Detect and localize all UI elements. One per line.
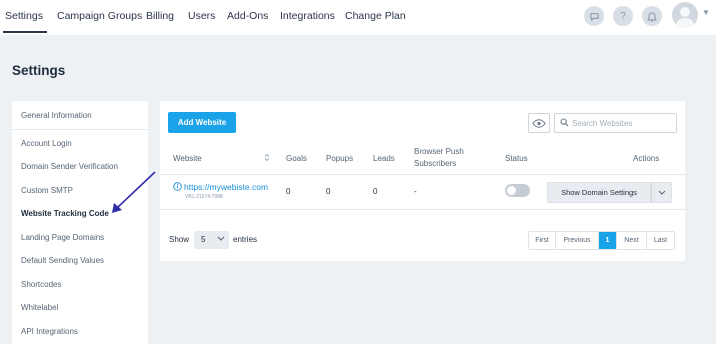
websites-card: Add Website Website Goals Popups Leads B… xyxy=(160,101,685,261)
add-website-button[interactable]: Add Website xyxy=(168,112,236,133)
popups-value: 0 xyxy=(326,187,331,196)
nav-add-ons[interactable]: Add-Ons xyxy=(227,10,268,22)
top-navigation: Settings Campaign Groups Billing Users A… xyxy=(0,0,716,35)
table-row-divider xyxy=(160,209,685,210)
column-header-popups[interactable]: Popups xyxy=(326,154,353,163)
help-icon[interactable]: ? xyxy=(613,6,633,26)
column-header-browser-push-subscribers[interactable]: Browser Push Subscribers xyxy=(414,146,484,170)
page-length-select[interactable]: 5 xyxy=(194,231,229,249)
sidebar-item-api-integrations[interactable]: API Integrations xyxy=(21,327,78,336)
sort-icon[interactable] xyxy=(264,153,270,162)
column-header-status[interactable]: Status xyxy=(505,154,528,163)
actions-dropdown-toggle[interactable] xyxy=(651,182,672,203)
search-websites-input[interactable] xyxy=(572,116,672,130)
info-icon[interactable] xyxy=(173,182,182,191)
nav-billing[interactable]: Billing xyxy=(146,10,174,22)
sidebar-item-domain-sender-verification[interactable]: Domain Sender Verification xyxy=(21,162,118,171)
pagination-last[interactable]: Last xyxy=(647,232,674,249)
goals-value: 0 xyxy=(286,187,291,196)
nav-settings[interactable]: Settings xyxy=(5,10,43,22)
show-label: Show xyxy=(169,235,190,244)
pagination-page-1[interactable]: 1 xyxy=(599,232,617,249)
page-length-value: 5 xyxy=(201,235,206,244)
chat-icon[interactable] xyxy=(584,6,604,26)
nav-campaign-groups[interactable]: Campaign Groups xyxy=(57,10,142,22)
settings-sidebar: General Information Account Login Domain… xyxy=(12,101,148,344)
status-toggle[interactable] xyxy=(505,184,530,197)
chevron-down-icon xyxy=(658,190,665,195)
column-header-goals[interactable]: Goals xyxy=(286,154,307,163)
push-subscribers-value: - xyxy=(414,187,417,196)
search-websites-field xyxy=(554,113,677,133)
pagination-next[interactable]: Next xyxy=(617,232,647,249)
sidebar-divider xyxy=(12,129,148,130)
website-link[interactable]: https://mywebiste.com xyxy=(184,182,268,192)
toggle-knob xyxy=(507,186,516,195)
sidebar-item-account-login[interactable]: Account Login xyxy=(21,139,72,148)
entries-label: entries xyxy=(233,235,258,244)
show-domain-settings-button[interactable]: Show Domain Settings xyxy=(547,182,651,203)
pagination-previous[interactable]: Previous xyxy=(556,232,599,249)
pagination-first[interactable]: First xyxy=(529,232,556,249)
nav-integrations[interactable]: Integrations xyxy=(280,10,335,22)
nav-users[interactable]: Users xyxy=(188,10,215,22)
sidebar-item-website-tracking-code[interactable]: Website Tracking Code xyxy=(21,209,109,218)
search-icon xyxy=(560,118,569,127)
sidebar-item-landing-page-domains[interactable]: Landing Page Domains xyxy=(21,233,104,242)
sidebar-item-custom-smtp[interactable]: Custom SMTP xyxy=(21,186,73,195)
column-header-website[interactable]: Website xyxy=(173,154,202,163)
leads-value: 0 xyxy=(373,187,378,196)
page-title: Settings xyxy=(12,63,66,78)
bell-icon[interactable] xyxy=(642,6,662,26)
pagination: First Previous 1 Next Last xyxy=(528,231,675,250)
table-header-divider xyxy=(160,174,685,175)
avatar[interactable] xyxy=(672,2,698,28)
chevron-down-icon xyxy=(217,236,225,241)
sidebar-item-general-information[interactable]: General Information xyxy=(21,111,92,120)
sidebar-item-shortcodes[interactable]: Shortcodes xyxy=(21,280,61,289)
chevron-down-icon[interactable]: ▼ xyxy=(702,8,710,17)
column-header-leads[interactable]: Leads xyxy=(373,154,395,163)
nav-change-plan[interactable]: Change Plan xyxy=(345,10,406,22)
nav-active-indicator xyxy=(3,31,47,33)
column-header-actions: Actions xyxy=(633,154,660,163)
avatar-head-shape xyxy=(680,7,690,17)
sidebar-item-whitelabel[interactable]: Whitelabel xyxy=(21,303,58,312)
avatar-body-shape xyxy=(676,18,694,28)
eye-icon[interactable] xyxy=(528,113,550,133)
website-id: VB1-21574-7088 xyxy=(185,194,223,200)
sidebar-item-default-sending-values[interactable]: Default Sending Values xyxy=(21,256,104,265)
